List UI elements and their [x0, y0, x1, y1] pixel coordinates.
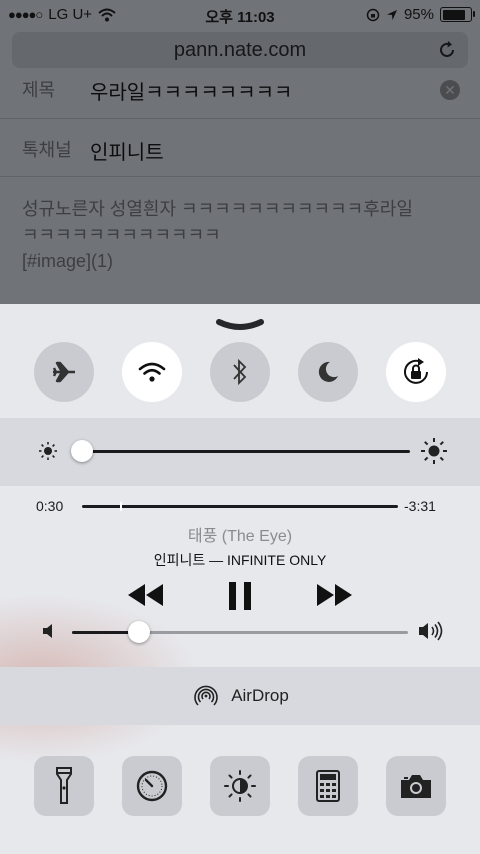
title-input[interactable]: 우라일ㅋㅋㅋㅋㅋㅋㅋㅋ [90, 76, 292, 105]
wifi-toggle[interactable] [122, 342, 182, 402]
rotation-lock-status-icon [366, 8, 380, 21]
bluetooth-icon [233, 358, 247, 386]
airdrop-label: AirDrop [231, 686, 289, 705]
timer-button[interactable] [122, 756, 182, 816]
battery-percent: 95% [403, 6, 434, 23]
channel-value[interactable]: 인피니트 [90, 136, 164, 165]
airplane-icon [52, 361, 75, 383]
url-bar[interactable]: pann.nate.com [12, 32, 468, 68]
moon-icon [318, 361, 338, 382]
night-shift-icon [224, 770, 256, 802]
location-icon [386, 9, 397, 20]
airplane-mode-toggle[interactable] [34, 342, 94, 402]
brightness-slider[interactable] [71, 440, 94, 462]
airdrop-button[interactable]: AirDrop [0, 667, 480, 725]
pause-icon[interactable] [226, 580, 254, 612]
volume-low-icon [43, 624, 52, 638]
brightness-high-icon [421, 438, 447, 464]
control-center: 0:30 -3:31 태풍 (The Eye) 인피니트 — INFINITE … [0, 304, 480, 854]
wifi-icon [138, 362, 166, 382]
airdrop-icon [194, 685, 218, 706]
channel-label: 톡채널 [22, 140, 72, 160]
battery-icon [440, 7, 475, 22]
brightness-low-icon [39, 442, 57, 460]
night-shift-button[interactable] [210, 756, 270, 816]
scrub-track[interactable] [82, 505, 398, 508]
bluetooth-toggle[interactable] [210, 342, 270, 402]
flashlight-icon [56, 767, 72, 804]
body-textarea[interactable]: 성규노른자 성열흰자 ㅋㅋㅋㅋㅋㅋㅋㅋㅋㅋㅋ후라일 ㅋㅋㅋㅋㅋㅋㅋㅋㅋㅋㅋㅋ [… [22, 196, 462, 274]
background-page: ●●●●○ LG U+ 오후 11:03 95% pann.nate.com 제… [0, 0, 480, 330]
artist-album: 인피니트 — INFINITE ONLY [153, 552, 327, 568]
camera-button[interactable] [386, 756, 446, 816]
body-line: [#image](1) [22, 251, 114, 271]
flashlight-button[interactable] [34, 756, 94, 816]
grabber-handle-icon[interactable] [216, 318, 264, 332]
volume-high-icon [419, 621, 443, 641]
url-text: pann.nate.com [173, 39, 307, 61]
calculator-icon [316, 770, 340, 802]
scrub-position[interactable] [119, 502, 122, 511]
elapsed-time: 0:30 [36, 498, 64, 514]
fast-forward-icon[interactable] [314, 582, 354, 608]
title-row[interactable]: 제목 우라일ㅋㅋㅋㅋㅋㅋㅋㅋ ✕ [0, 72, 480, 119]
body-line: 성규노른자 성열흰자 ㅋㅋㅋㅋㅋㅋㅋㅋㅋㅋㅋ후라일 [22, 199, 413, 219]
do-not-disturb-toggle[interactable] [298, 342, 358, 402]
clear-icon[interactable]: ✕ [440, 80, 460, 100]
timer-icon [136, 770, 168, 802]
remaining-time: -3:31 [404, 498, 436, 514]
calculator-button[interactable] [298, 756, 358, 816]
status-bar: ●●●●○ LG U+ 오후 11:03 95% [0, 0, 480, 30]
camera-icon [401, 775, 431, 798]
brightness-track [72, 450, 410, 453]
brightness-panel [0, 418, 480, 486]
title-label: 제목 [22, 80, 56, 100]
reload-icon[interactable] [436, 39, 458, 61]
body-line: ㅋㅋㅋㅋㅋㅋㅋㅋㅋㅋㅋㅋ [22, 225, 221, 245]
rotation-lock-toggle[interactable] [386, 342, 446, 402]
channel-row[interactable]: 톡채널 인피니트 [0, 118, 480, 177]
rewind-icon[interactable] [126, 582, 166, 608]
song-title: 태풍 (The Eye) [187, 528, 293, 545]
rotation-lock-icon [404, 358, 428, 384]
